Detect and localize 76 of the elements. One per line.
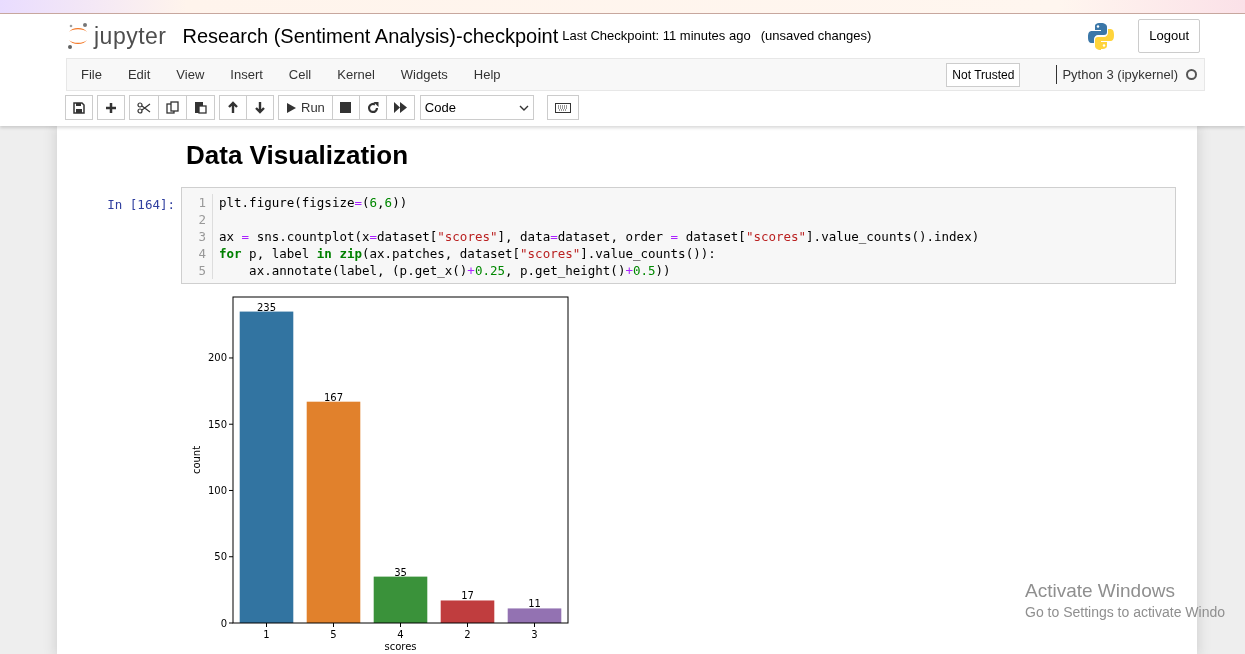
data-label: 11 xyxy=(528,598,541,610)
activation-message: Go to Settings to activate Windo xyxy=(1025,603,1225,622)
copy-button[interactable] xyxy=(158,95,187,120)
data-label: 17 xyxy=(461,590,474,602)
keyboard-shortcuts-button[interactable] xyxy=(546,95,579,120)
y-tick-label: 0 xyxy=(220,617,227,629)
arrow-down-icon xyxy=(254,101,266,114)
line-number: 1 xyxy=(197,194,206,211)
scissors-icon xyxy=(137,101,151,114)
y-tick-label: 50 xyxy=(214,551,227,563)
menu-item[interactable]: Kernel xyxy=(327,64,387,85)
restart-icon xyxy=(366,101,379,114)
input-prompt: In [164]: xyxy=(106,196,176,214)
data-label: 167 xyxy=(323,391,344,403)
menu-item[interactable]: Help xyxy=(463,64,513,85)
section-heading: Data Visualization xyxy=(186,139,409,172)
kernel-name[interactable]: Python 3 (ipykernel) xyxy=(1056,64,1178,85)
data-label: 35 xyxy=(394,566,407,578)
plus-icon xyxy=(105,101,117,114)
data-label: 235 xyxy=(256,301,277,313)
menu-item[interactable]: Edit xyxy=(117,64,163,85)
menu-item[interactable]: View xyxy=(166,64,217,85)
move-down-button[interactable] xyxy=(246,95,274,120)
bar xyxy=(440,600,495,623)
line-number: 3 xyxy=(197,228,206,245)
jupyter-logo-icon xyxy=(66,21,90,51)
play-icon xyxy=(286,101,297,114)
logo-wordmark: jupyter xyxy=(94,21,167,51)
save-button[interactable] xyxy=(65,95,93,120)
trust-button[interactable]: Not Trusted xyxy=(946,62,1021,87)
restart-button[interactable] xyxy=(358,95,387,120)
fast-forward-icon xyxy=(393,102,407,113)
arrow-up-icon xyxy=(227,101,239,114)
copy-icon xyxy=(166,101,179,114)
line-number: 2 xyxy=(197,211,206,228)
chevron-down-icon xyxy=(518,104,529,111)
restart-run-all-button[interactable] xyxy=(385,95,415,120)
python-logo-icon xyxy=(1087,22,1116,50)
notebook-title[interactable]: Research (Sentiment Analysis)-checkpoint xyxy=(182,21,559,51)
x-tick-label: 3 xyxy=(531,629,538,640)
menu-item[interactable]: Widgets xyxy=(390,64,460,85)
y-axis-label: count xyxy=(191,445,202,475)
y-tick-label: 100 xyxy=(207,485,227,496)
x-tick-label: 5 xyxy=(330,629,337,640)
paste-icon xyxy=(194,101,207,114)
activation-title: Activate Windows xyxy=(1025,580,1176,602)
move-up-button[interactable] xyxy=(219,95,247,120)
bar xyxy=(373,576,428,623)
x-tick-label: 1 xyxy=(263,629,270,640)
x-tick-label: 4 xyxy=(397,629,404,640)
x-tick-label: 2 xyxy=(464,629,471,640)
code-line: plt.figure(figsize=(6,6)) xyxy=(219,194,409,211)
run-button[interactable]: Run xyxy=(278,95,333,120)
insert-cell-button[interactable] xyxy=(97,95,125,120)
code-line: for p, label in zip(ax.patches, dataset["scores"].value_counts()): xyxy=(219,245,717,262)
paste-button[interactable] xyxy=(186,95,215,120)
y-tick-label: 200 xyxy=(207,352,227,364)
line-number: 4 xyxy=(197,245,206,262)
save-icon xyxy=(73,101,85,114)
menu-item[interactable]: Insert xyxy=(220,64,275,85)
cut-button[interactable] xyxy=(129,95,159,120)
menu-item[interactable]: File xyxy=(71,64,114,85)
checkpoint-status: Last Checkpoint: 11 minutes ago xyxy=(562,27,751,46)
code-cell[interactable] xyxy=(181,187,1176,284)
interrupt-button[interactable] xyxy=(331,95,360,120)
logout-button[interactable]: Logout xyxy=(1138,19,1200,53)
code-line: ax = sns.countplot(x=dataset["scores"], data=dataset, order = dataset["scores"].value_counts().index) xyxy=(219,228,980,245)
menu-item[interactable]: Cell xyxy=(278,64,324,85)
cell-type-dropdown[interactable]: Code xyxy=(419,95,534,120)
y-tick-label: 150 xyxy=(207,418,227,430)
x-axis-label: scores xyxy=(384,641,417,651)
autosave-status: (unsaved changes) xyxy=(760,27,872,46)
line-number: 5 xyxy=(197,262,206,279)
stop-icon xyxy=(340,102,352,113)
keyboard-icon xyxy=(554,102,571,113)
code-line: ax.annotate(label, (p.get_x()+0.25, p.get_height()+0.5)) xyxy=(248,262,672,279)
